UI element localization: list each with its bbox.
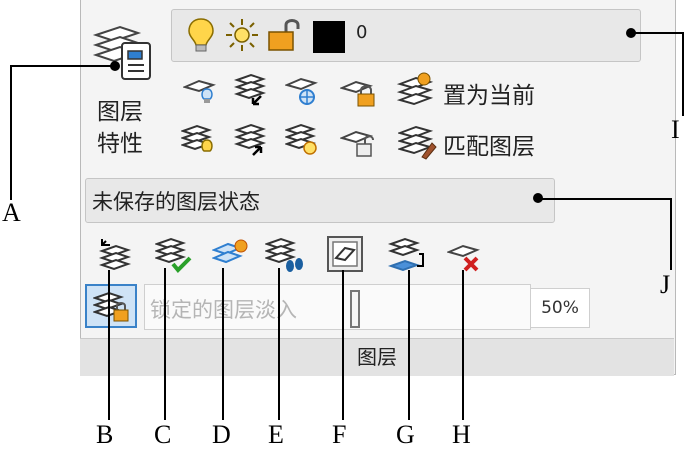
unisolate-icon[interactable] [233,122,269,158]
callout-e-line [278,268,280,420]
layer-delete-icon[interactable] [447,238,485,274]
panel-title: 图层 [80,338,674,376]
layer-color-swatch[interactable] [313,21,345,53]
layer-lock-icon[interactable] [340,74,376,108]
layer-walk-icon[interactable] [265,236,305,274]
callout-label-d: D [212,420,231,449]
callout-label-e: E [268,420,284,449]
callout-label-j: J [660,270,671,299]
callout-b-line [108,270,110,420]
callout-h-line [462,270,464,420]
viewport-freeze-icon[interactable] [325,234,367,274]
callout-a-dot [108,59,122,73]
current-layer-name: 0 [356,22,368,43]
layer-isolate-icon[interactable] [233,72,269,106]
set-current-label[interactable]: 置为当前 [443,76,535,110]
locked-layer-fade-icon [93,290,131,324]
lightbulb-icon[interactable] [186,16,216,54]
layer-state-value: 未保存的图层状态 [92,190,260,214]
callout-i-line-v [682,32,684,116]
layer-freeze-icon[interactable] [285,73,321,107]
callout-label-h: H [452,420,471,449]
callout-j-line-v [670,198,672,270]
callout-g-line [408,270,410,420]
copy-to-layer-icon[interactable] [387,236,427,276]
callout-d-line [222,268,224,420]
callout-i-line [632,32,684,34]
callout-f-line [342,270,344,420]
callout-label-a: A [2,198,21,227]
layer-off-icon[interactable] [183,73,219,107]
set-current-icon[interactable] [396,70,436,108]
callout-c-line [164,268,166,420]
callout-j-line [540,198,672,200]
layer-properties-icon[interactable] [90,13,162,83]
slider-thumb[interactable] [350,290,360,328]
thaw-all-icon[interactable] [285,122,321,158]
callout-label-g: G [396,420,415,449]
layer-walk-check-icon[interactable] [155,236,193,274]
callout-label-f: F [332,420,347,449]
layer-properties-label-2[interactable]: 特性 [97,124,143,158]
callout-label-i: I [671,115,680,144]
sun-icon[interactable] [224,17,260,53]
callout-label-b: B [96,420,114,449]
fade-percent-value[interactable]: 50% [530,288,590,328]
callout-a-line [10,65,116,67]
callout-label-c: C [154,420,172,449]
layer-properties-label-1[interactable]: 图层 [97,92,143,126]
layer-change-icon[interactable] [212,236,250,274]
match-layer-icon[interactable] [398,121,438,161]
previous-layer-icon[interactable] [96,237,132,273]
unlock-icon[interactable] [266,16,306,54]
unlock-layer-icon[interactable] [340,124,376,158]
match-layer-label[interactable]: 匹配图层 [443,127,535,161]
callout-a-line-v [10,65,12,200]
layer-on-icon[interactable] [181,123,217,159]
